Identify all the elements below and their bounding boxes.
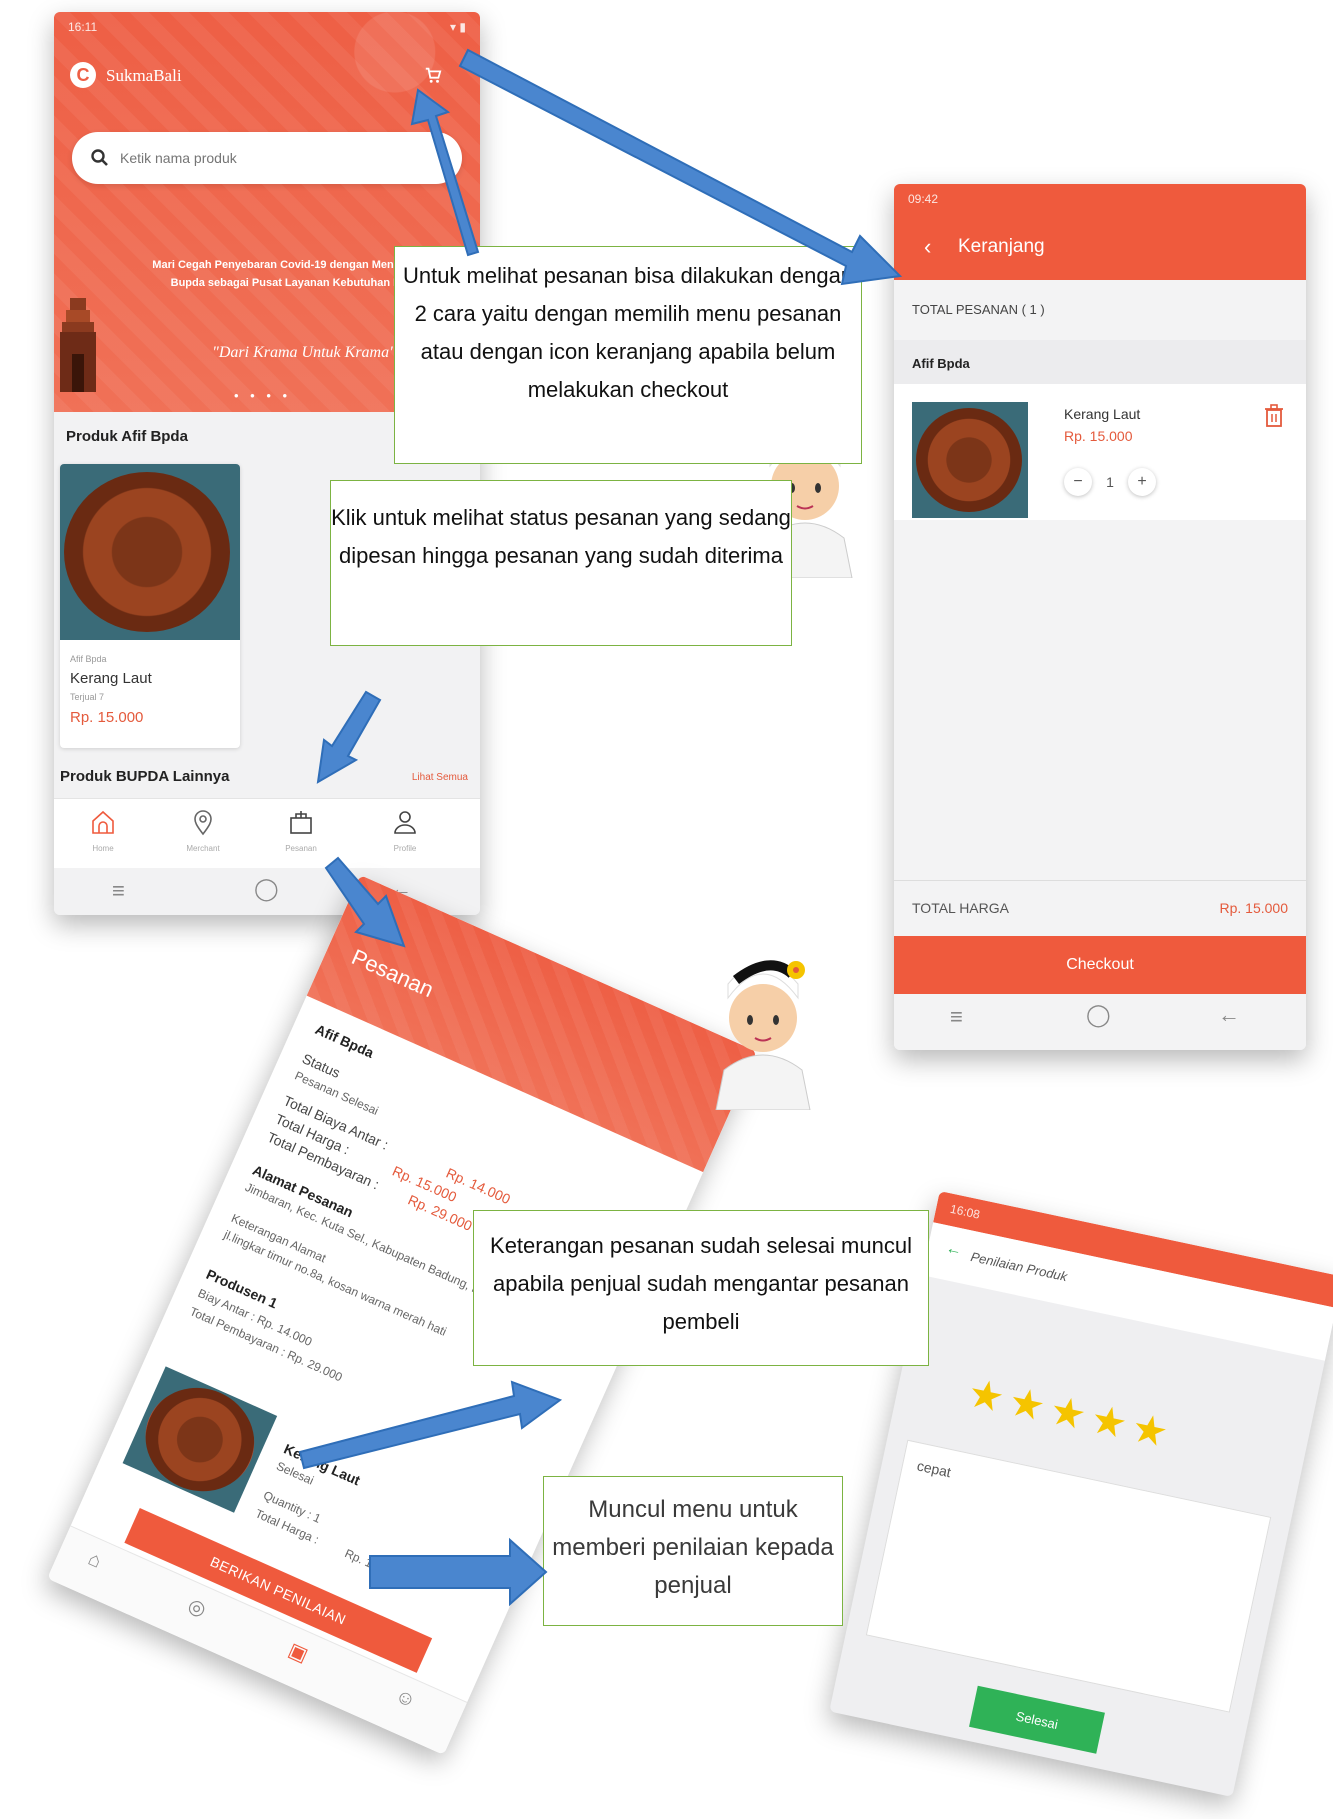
product-card[interactable]: Afif Bpda Kerang Laut Terjual 7 Rp. 15.0…: [60, 464, 240, 748]
section-title-others: Produk BUPDA Lainnya: [60, 768, 230, 785]
note-rating-menu: Muncul menu untuk memberi penilaian kepa…: [543, 1476, 843, 1626]
search-icon: [91, 149, 108, 166]
product-sold: Terjual 7: [70, 692, 105, 702]
product-shop: Afif Bpda: [70, 654, 107, 664]
status-time: 09:42: [908, 192, 939, 206]
status-time: 16:11: [68, 20, 98, 34]
nav-home[interactable]: Home: [68, 807, 138, 853]
note-cart-access: Untuk melihat pesanan bisa dilakukan den…: [394, 246, 862, 464]
cart-item: Kerang Laut Rp. 15.000 −1 +: [894, 384, 1306, 520]
total-orders: TOTAL PESANAN ( 1 ): [912, 302, 1045, 317]
back-icon[interactable]: ←: [1218, 1002, 1240, 1028]
quantity-stepper: −1 +: [1064, 468, 1156, 498]
bag-icon[interactable]: ▣: [285, 1637, 312, 1668]
product-name: Kerang Laut: [70, 670, 152, 687]
nav-profile[interactable]: Profile: [370, 807, 440, 853]
search-input[interactable]: [120, 146, 420, 170]
note-order-finished: Keterangan pesanan sudah selesai muncul …: [473, 1210, 929, 1366]
nav-label: Pesanan: [285, 844, 317, 853]
home-button-icon[interactable]: ◯: [254, 876, 279, 902]
menu-icon[interactable]: ≡: [112, 878, 125, 904]
carousel-dots[interactable]: • • • •: [234, 388, 291, 403]
shop-name: Afif Bpda: [312, 1021, 377, 1061]
nav-merchant[interactable]: Merchant: [168, 807, 238, 853]
user-icon[interactable]: ☺: [391, 1684, 420, 1713]
orders-header: [306, 875, 757, 1173]
shop-name: Afif Bpda: [912, 356, 970, 371]
see-all-link[interactable]: Lihat Semua: [412, 772, 468, 783]
location-icon[interactable]: ◎: [184, 1592, 210, 1622]
home-button-icon[interactable]: ◯: [1086, 1002, 1111, 1028]
nav-label: Home: [92, 844, 114, 853]
nav-pesanan[interactable]: Pesanan: [266, 807, 336, 853]
decrease-button[interactable]: −: [1064, 468, 1092, 496]
section-title: Produk Afif Bpda: [66, 428, 188, 445]
quantity-value: 1: [1106, 474, 1114, 490]
nav-label: Merchant: [186, 844, 220, 853]
menu-icon[interactable]: ≡: [950, 1004, 963, 1030]
note-order-status: Klik untuk melihat status pesanan yang s…: [330, 480, 792, 646]
bottom-nav: Home Merchant Pesanan Profile: [54, 798, 480, 868]
star-rating[interactable]: ★★★★★: [964, 1370, 1178, 1459]
bag-icon: [290, 811, 312, 834]
product-image: [122, 1366, 278, 1513]
product-image: [912, 402, 1028, 518]
user-icon: [394, 811, 416, 834]
guide-character-icon: [715, 960, 811, 1110]
checkout-button[interactable]: Checkout: [894, 936, 1306, 994]
home-icon: [92, 810, 114, 834]
trash-icon[interactable]: [1264, 404, 1284, 428]
item-total-value: Rp. 15.000: [342, 1546, 402, 1583]
back-arrow-icon[interactable]: ‹: [924, 234, 931, 260]
cart-icon[interactable]: [424, 66, 442, 84]
temple-illustration: [60, 298, 96, 392]
home-icon[interactable]: ⌂: [84, 1548, 105, 1574]
brand-logo-icon: C: [70, 62, 96, 88]
product-price: Rp. 15.000: [1064, 428, 1133, 444]
divider: [894, 880, 1306, 881]
submit-button[interactable]: Selesai: [969, 1685, 1105, 1754]
brand-name: SukmaBali: [106, 66, 182, 85]
product-name: Kerang Laut: [1064, 406, 1141, 422]
page-title: Keranjang: [958, 236, 1045, 257]
system-nav-bar: ≡ ◯ ←: [894, 994, 1306, 1050]
total-price-value: Rp. 15.000: [1219, 900, 1289, 916]
review-input[interactable]: cepat: [865, 1439, 1272, 1713]
status-icons: ▾ ▮: [450, 20, 466, 34]
product-price: Rp. 15.000: [70, 709, 144, 726]
cart-screen: 09:42 ‹ Keranjang TOTAL PESANAN ( 1 ) Af…: [894, 184, 1306, 1050]
cart-header: [894, 184, 1306, 280]
search-bar[interactable]: [72, 132, 462, 184]
tutorial-canvas: 16:11 ▾ ▮ C SukmaBali Mari Cegah Penyeba…: [0, 0, 1333, 1819]
product-image: [60, 464, 240, 640]
increase-button[interactable]: +: [1128, 468, 1156, 496]
location-icon: [194, 810, 212, 836]
total-price-label: TOTAL HARGA: [912, 900, 1009, 916]
nav-label: Profile: [393, 844, 417, 853]
